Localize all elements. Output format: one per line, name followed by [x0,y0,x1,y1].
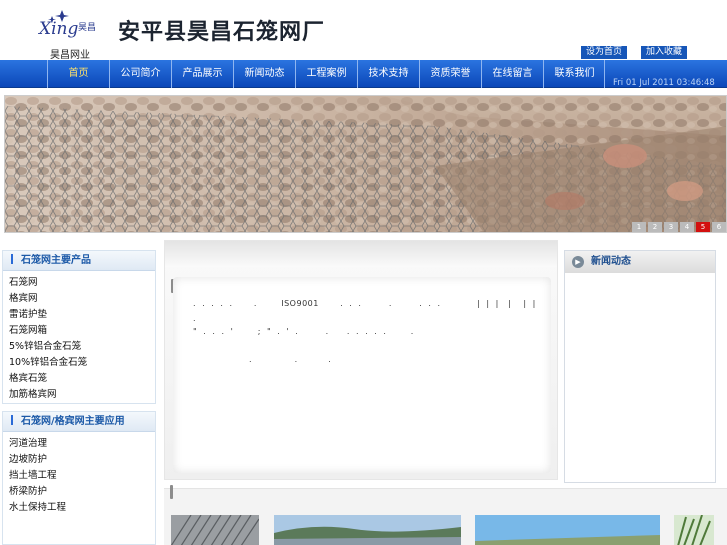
thumb-slope-image [475,515,660,545]
products-panel-title: 石笼网主要产品 [21,255,91,266]
logo-mark-icon: Xing 昊昌 [38,10,96,39]
add-favorite-link[interactable]: 加入收藏 [641,46,688,59]
nav-item-message[interactable]: 在线留言 [481,60,543,88]
product-link[interactable]: 格宾网 [3,291,155,307]
news-panel-title[interactable]: 新闻动态 [591,256,631,267]
application-link[interactable]: 边坡防护 [3,452,155,468]
applications-list: 河道治理 边坡防护 挡土墙工程 桥梁防护 水土保持工程 [3,432,155,516]
banner-page-3[interactable]: 3 [664,222,678,232]
applications-panel: 石笼网/格宾网主要应用 河道治理 边坡防护 挡土墙工程 桥梁防护 水土保持工程 [2,411,156,545]
applications-panel-title: 石笼网/格宾网主要应用 [21,416,125,427]
header-bar-icon [11,415,13,425]
gallery-thumb-river[interactable] [274,515,461,545]
banner-page-2[interactable]: 2 [648,222,662,232]
application-link[interactable]: 桥梁防护 [3,484,155,500]
project-gallery [164,485,727,545]
site-header: Xing 昊昌 昊昌网业 安平县昊昌石笼网厂 设为首页 加入收藏 [0,0,727,61]
company-intro-header [165,241,557,267]
nav-item-home[interactable]: 首页 [47,60,109,88]
banner-pager: 1 2 3 4 5 6 [630,222,726,232]
logo-cn-text: 昊昌 [78,22,96,33]
logo-caption: 昊昌网业 [50,50,90,61]
application-link[interactable]: 挡土墙工程 [3,468,155,484]
products-list: 石笼网 格宾网 雷诺护垫 石笼网箱 5%锌铝合金石笼 10%锌铝合金石笼 格宾石… [3,271,155,403]
nav-item-support[interactable]: 技术支持 [357,60,419,88]
banner-page-1[interactable]: 1 [632,222,646,232]
site-title: 安平县昊昌石笼网厂 [118,19,326,45]
gallery-thumb-plants[interactable] [674,515,714,545]
nav-item-news[interactable]: 新闻动态 [233,60,295,88]
nav-item-projects[interactable]: 工程案例 [295,60,357,88]
nav-item-contact[interactable]: 联系我们 [543,60,605,88]
section-grip-icon [170,485,173,499]
news-panel: ▶ 新闻动态 [564,250,716,483]
nav-item-products[interactable]: 产品展示 [171,60,233,88]
company-logo[interactable]: Xing 昊昌 昊昌网业 [38,6,110,61]
thumb-plants-image [674,515,714,545]
product-link[interactable]: 10%锌铝合金石笼 [3,355,155,371]
product-link[interactable]: 格宾石笼 [3,371,155,387]
nav-item-honors[interactable]: 资质荣誉 [419,60,481,88]
intro-text-line: . [193,314,197,323]
nav-date-clock: Fri 01 Jul 2011 03:46:48 [604,60,727,88]
intro-text-line: " . . . ' ; " . ' . . . . . . . . [193,327,414,336]
product-link[interactable]: 石笼网箱 [3,323,155,339]
company-intro-body: . . . . . . ISO9001 . . . . . . . | | | … [173,277,551,473]
banner-slideshow[interactable]: 1 2 3 4 5 6 [4,95,727,233]
intro-text-line: . . . [249,355,332,364]
banner-page-5[interactable]: 5 [696,222,710,232]
product-link[interactable]: 加筋格宾网 [3,387,155,403]
main-nav: 首页 公司简介 产品展示 新闻动态 工程案例 技术支持 资质荣誉 在线留言 联系… [0,60,727,88]
play-arrow-icon: ▶ [572,256,584,268]
thumb-river-image [274,515,461,545]
application-link[interactable]: 水土保持工程 [3,500,155,516]
set-home-link[interactable]: 设为首页 [581,46,628,59]
product-link[interactable]: 5%锌铝合金石笼 [3,339,155,355]
gallery-thumb-slope[interactable] [475,515,660,545]
thumb-mesh-image [171,515,259,545]
product-link[interactable]: 雷诺护垫 [3,307,155,323]
logo-script-text: Xing [38,19,78,39]
application-link[interactable]: 河道治理 [3,436,155,452]
company-intro-panel: . . . . . . ISO9001 . . . . . . . | | | … [164,240,558,480]
banner-page-4[interactable]: 4 [680,222,694,232]
gallery-thumb-mesh[interactable] [171,515,259,545]
products-panel-header: 石笼网主要产品 [3,251,155,271]
products-panel: 石笼网主要产品 石笼网 格宾网 雷诺护垫 石笼网箱 5%锌铝合金石笼 10%锌铝… [2,250,156,404]
product-link[interactable]: 石笼网 [3,275,155,291]
intro-text-line: . . . . . . ISO9001 . . . . . . . | | | … [193,299,536,308]
banner-page-6[interactable]: 6 [712,222,726,232]
header-bar-icon [11,254,13,264]
nav-item-about[interactable]: 公司简介 [109,60,171,88]
applications-panel-header: 石笼网/格宾网主要应用 [3,412,155,432]
news-panel-header: ▶ 新闻动态 [565,251,715,273]
banner-gabion-image [5,96,726,232]
